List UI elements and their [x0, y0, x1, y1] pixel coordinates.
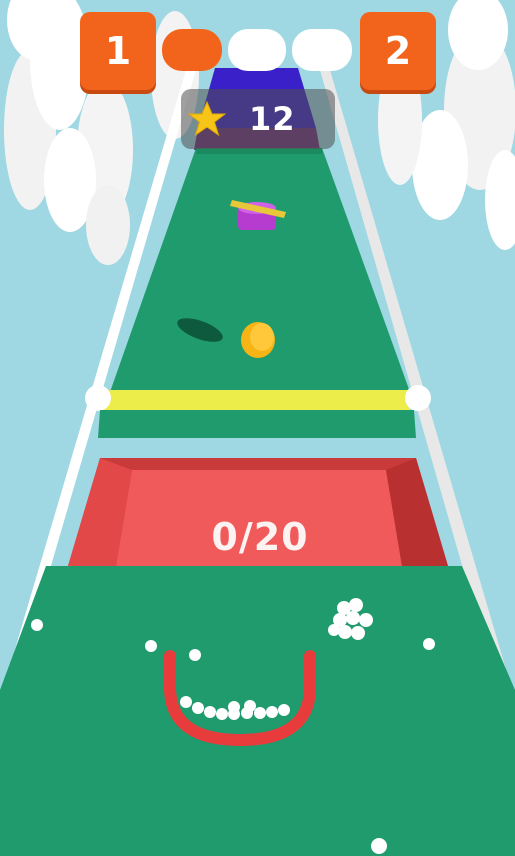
score-value: 12 [249, 100, 296, 138]
next-level-number: 2 [384, 29, 412, 73]
progress-segment-completed [162, 29, 222, 71]
current-level-badge: 1 [80, 12, 156, 90]
current-level-number: 1 [104, 29, 132, 73]
track-ledge [98, 410, 416, 438]
ball-counter: 0/20 [211, 515, 309, 559]
progress-segment-pending [292, 29, 352, 71]
next-level-badge: 2 [360, 12, 436, 90]
score-panel: 12 [181, 89, 335, 149]
yellow-line [104, 390, 410, 410]
progress-segment-pending [228, 29, 286, 71]
star-icon [187, 100, 227, 137]
right-post [405, 385, 431, 411]
left-post [85, 385, 111, 411]
